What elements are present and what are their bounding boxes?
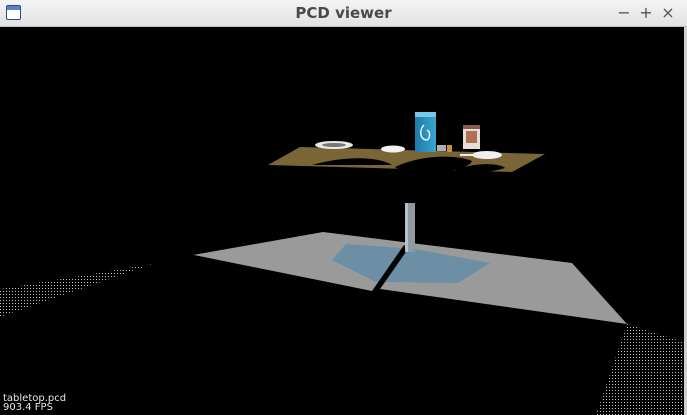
minimize-button[interactable]: − [614,3,634,23]
cereal-box-blue [415,112,436,152]
close-button[interactable]: × [658,3,678,23]
table-leg-highlight [405,203,408,252]
pcd-viewer-window: PCD viewer − + × tabletop.pcd 903.4 FPS [0,0,687,415]
plate-center [381,145,405,153]
right-sparse-points [596,324,687,415]
small-object-gray [437,145,446,151]
cereal-box-top [415,112,436,117]
title-bar[interactable]: PCD viewer − + × [0,0,687,27]
box-brown-top [463,125,480,129]
maximize-button[interactable]: + [636,3,656,23]
box-brown-label [466,131,477,143]
point-cloud-render [0,112,687,415]
bowl-left-inner [322,143,346,147]
small-object-orange [447,145,452,152]
fps-counter: 903.4 FPS [3,402,53,413]
point-cloud-viewport[interactable]: tabletop.pcd 903.4 FPS [0,27,687,415]
window-title: PCD viewer [295,4,392,22]
utensil [460,154,482,156]
left-sparse-points [0,264,153,317]
